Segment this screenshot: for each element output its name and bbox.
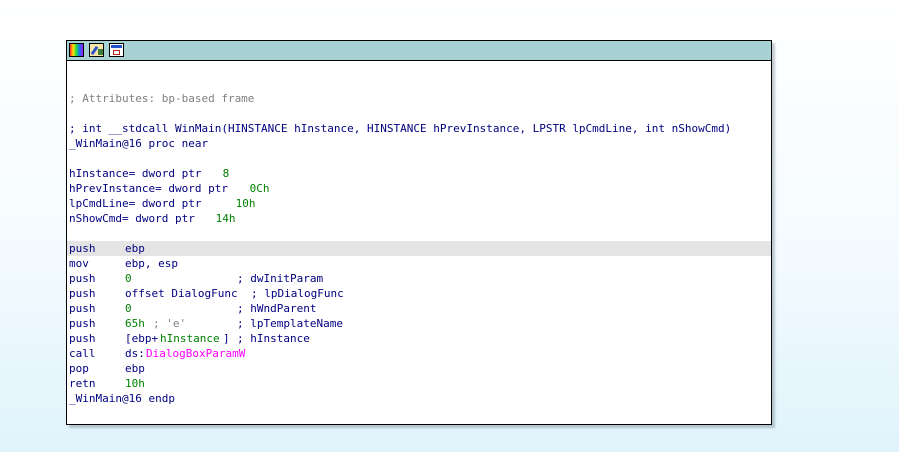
- instruction-line[interactable]: push 0 ; dwInitParam: [67, 271, 771, 286]
- mnemonic: push: [69, 317, 96, 330]
- operand: 0: [125, 272, 132, 285]
- instruction-line[interactable]: pop ebp: [67, 361, 771, 376]
- arg-label: hPrevInstance= dword ptr: [69, 182, 235, 195]
- proc-start-line[interactable]: _WinMain@16 proc near: [67, 136, 771, 151]
- arg-offset: 0Ch: [243, 182, 270, 195]
- instruction-line[interactable]: push ebp: [67, 241, 771, 256]
- edit-node-icon[interactable]: [89, 43, 104, 57]
- operand-comment: ; hInstance: [237, 332, 310, 345]
- arg-line[interactable]: lpCmdLine= dword ptr 10h: [67, 196, 771, 211]
- operand: 0: [125, 302, 132, 315]
- mnemonic: push: [69, 242, 96, 255]
- signature-comment: ; int __stdcall WinMain(HINSTANCE hInsta…: [69, 122, 732, 135]
- mnemonic: push: [69, 287, 96, 300]
- mnemonic: pop: [69, 362, 89, 375]
- mnemonic: retn: [69, 377, 96, 390]
- mnemonic: push: [69, 302, 96, 315]
- node-title-bar[interactable]: [67, 41, 771, 61]
- operand-comment: ; lpTemplateName: [237, 317, 343, 330]
- operand: offset DialogFunc: [125, 287, 238, 300]
- instruction-line[interactable]: push 65h ; 'e' ; lpTemplateName: [67, 316, 771, 331]
- operand-prefix: [ebp+: [125, 332, 159, 345]
- operand: 65h: [125, 317, 145, 330]
- operand: ebp, esp: [125, 257, 178, 270]
- arg-offset: 14h: [209, 212, 236, 225]
- operand-suffix: ]: [223, 332, 230, 345]
- color-palette-icon[interactable]: [69, 43, 84, 57]
- arg-line[interactable]: hPrevInstance= dword ptr 0Ch: [67, 181, 771, 196]
- mnemonic: mov: [69, 257, 89, 270]
- arg-label: lpCmdLine= dword ptr: [69, 197, 209, 210]
- arg-line[interactable]: nShowCmd= dword ptr 14h: [67, 211, 771, 226]
- operand: ebp: [125, 242, 145, 255]
- operand-comment: ; hWndParent: [237, 302, 317, 315]
- disassembly-listing[interactable]: ; Attributes: bp-based frame ; int __std…: [67, 61, 771, 406]
- arg-line[interactable]: hInstance= dword ptr 8: [67, 166, 771, 181]
- graph-overview-icon[interactable]: [109, 43, 124, 57]
- arg-label: nShowCmd= dword ptr: [69, 212, 202, 225]
- operand-variable[interactable]: hInstance: [160, 331, 220, 346]
- mnemonic: push: [69, 272, 96, 285]
- operand-comment: ; lpDialogFunc: [251, 287, 344, 300]
- char-comment: ; 'e': [153, 317, 187, 330]
- operand: ebp: [125, 362, 145, 375]
- arg-offset: 8: [216, 167, 230, 180]
- graph-node-winmain[interactable]: ; Attributes: bp-based frame ; int __std…: [66, 40, 772, 425]
- arg-offset: 10h: [229, 197, 256, 210]
- instruction-line[interactable]: retn 10h: [67, 376, 771, 391]
- import-reference[interactable]: DialogBoxParamW: [146, 346, 245, 361]
- operand: 10h: [125, 377, 145, 390]
- proc-end-line[interactable]: _WinMain@16 endp: [67, 391, 771, 406]
- instruction-line[interactable]: mov ebp, esp: [67, 256, 771, 271]
- attributes-comment: ; Attributes: bp-based frame: [69, 92, 255, 105]
- mnemonic: push: [69, 332, 96, 345]
- instruction-line[interactable]: push offset DialogFunc ; lpDialogFunc: [67, 286, 771, 301]
- operand-comment: ; dwInitParam: [237, 272, 324, 285]
- instruction-line[interactable]: push [ebp+ hInstance ] ; hInstance: [67, 331, 771, 346]
- mnemonic: call: [69, 347, 96, 360]
- arg-label: hInstance= dword ptr: [69, 167, 209, 180]
- operand-prefix: ds:: [125, 347, 145, 360]
- instruction-line[interactable]: push 0 ; hWndParent: [67, 301, 771, 316]
- instruction-line[interactable]: call ds: DialogBoxParamW: [67, 346, 771, 361]
